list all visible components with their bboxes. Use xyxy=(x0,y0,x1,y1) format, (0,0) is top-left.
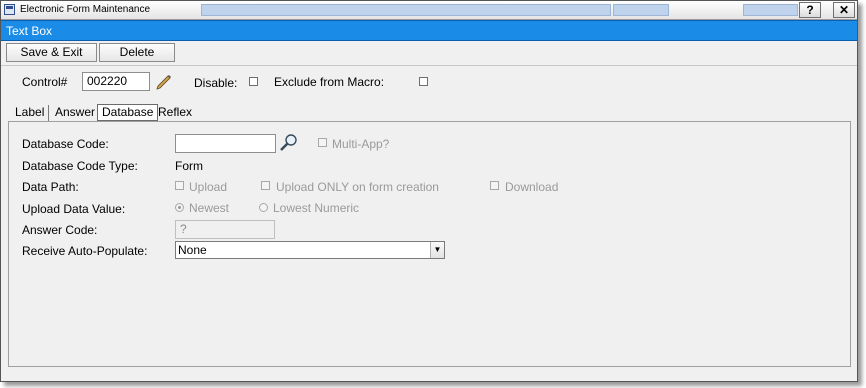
tab-reflex[interactable]: Reflex xyxy=(154,105,196,121)
chevron-down-icon[interactable]: ▼ xyxy=(430,242,444,258)
upload-only-label: Upload ONLY on form creation xyxy=(276,180,439,194)
data-path-label: Data Path: xyxy=(22,180,79,194)
newest-radio[interactable] xyxy=(175,203,184,212)
exclude-macro-label: Exclude from Macro: xyxy=(274,75,385,89)
save-exit-button[interactable]: Save & Exit xyxy=(6,43,97,62)
upload-checkbox[interactable] xyxy=(175,181,184,190)
multi-app-checkbox[interactable] xyxy=(318,138,327,147)
download-checkbox[interactable] xyxy=(490,181,499,190)
lowest-numeric-radio[interactable] xyxy=(259,203,268,212)
database-code-field[interactable] xyxy=(175,134,276,153)
delete-button[interactable]: Delete xyxy=(99,43,175,62)
disable-label: Disable: xyxy=(194,76,238,90)
upload-label: Upload xyxy=(189,180,228,194)
title-bar-decoration xyxy=(201,4,611,16)
newest-label: Newest xyxy=(189,201,230,215)
receive-auto-populate-select[interactable]: None ▼ xyxy=(175,241,445,259)
form-maintenance-window: Electronic Form Maintenance ? ✕ Text Box… xyxy=(0,0,858,382)
disable-checkbox[interactable] xyxy=(249,77,258,86)
download-label: Download xyxy=(505,180,559,194)
receive-auto-populate-value: None xyxy=(178,243,207,257)
database-code-label: Database Code: xyxy=(22,137,109,151)
app-icon xyxy=(4,4,15,15)
answer-code-field[interactable]: ? xyxy=(175,220,275,239)
window-title: Electronic Form Maintenance xyxy=(20,4,151,15)
magnifier-icon[interactable] xyxy=(279,133,299,152)
database-code-type-value: Form xyxy=(175,159,203,173)
exclude-macro-checkbox[interactable] xyxy=(419,77,428,86)
title-bar-decoration xyxy=(743,4,798,16)
help-button[interactable]: ? xyxy=(799,2,821,18)
upload-data-value-label: Upload Data Value: xyxy=(22,202,126,216)
lowest-numeric-label: Lowest Numeric xyxy=(273,201,360,215)
toolbar-divider xyxy=(1,65,857,66)
receive-auto-populate-label: Receive Auto-Populate: xyxy=(22,244,148,258)
close-button[interactable]: ✕ xyxy=(833,2,855,18)
database-code-type-label: Database Code Type: xyxy=(22,159,138,173)
tab-database[interactable]: Database xyxy=(97,104,159,121)
title-bar: Electronic Form Maintenance ? ✕ xyxy=(1,1,857,20)
tab-answer[interactable]: Answer xyxy=(51,105,101,121)
control-type-label: Text Box xyxy=(6,24,53,38)
tab-label[interactable]: Label xyxy=(11,105,50,121)
control-number-label: Control# xyxy=(22,75,68,89)
answer-code-label: Answer Code: xyxy=(22,223,98,237)
upload-only-checkbox[interactable] xyxy=(261,181,270,190)
control-type-bar: Text Box xyxy=(1,20,857,41)
multi-app-label: Multi-App? xyxy=(332,137,390,151)
control-number-field[interactable]: 002220 xyxy=(82,72,150,91)
title-bar-decoration xyxy=(613,4,669,16)
pencil-icon[interactable] xyxy=(154,72,172,90)
